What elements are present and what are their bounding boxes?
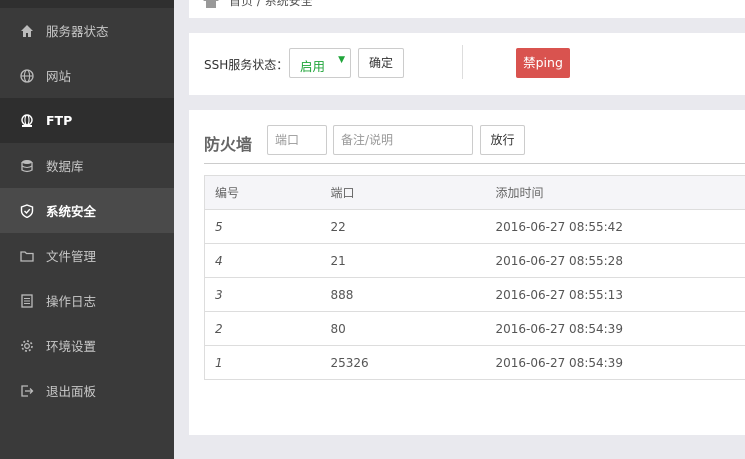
sidebar-item-label: 操作日志 [46, 294, 97, 309]
row-port: 888 [330, 277, 496, 312]
sidebar-item-label: FTP [46, 113, 73, 128]
gear-icon [20, 339, 34, 353]
firewall-table: 编号 端口 添加时间 5 22 2016-06-27 08:55:42 4 21… [204, 175, 745, 380]
sidebar-item-database[interactable]: 数据库 [0, 143, 174, 188]
row-port: 80 [330, 311, 496, 346]
sidebar-item-label: 退出面板 [46, 384, 97, 399]
row-port: 25326 [330, 345, 496, 380]
row-time: 2016-06-27 08:55:13 [495, 277, 745, 312]
sidebar-item-label: 文件管理 [46, 249, 97, 264]
ssh-confirm-button[interactable]: 确定 [358, 48, 404, 78]
sidebar-item-label: 服务器状态 [46, 24, 109, 39]
note-input[interactable] [333, 125, 473, 155]
row-id: 3 [204, 277, 331, 312]
sidebar-item-logout[interactable]: 退出面板 [0, 368, 174, 413]
table-row: 1 25326 2016-06-27 08:54:39 [204, 345, 745, 380]
firewall-title: 防火墙 [204, 135, 253, 154]
divider [462, 45, 463, 79]
log-icon [20, 293, 34, 308]
table-header-row: 编号 端口 添加时间 [204, 175, 745, 210]
allow-button[interactable]: 放行 [480, 125, 525, 155]
globe-icon [20, 68, 34, 83]
row-id: 4 [204, 243, 331, 278]
sidebar-item-label: 环境设置 [46, 339, 97, 354]
row-time: 2016-06-27 08:54:39 [495, 345, 745, 380]
table-row: 3 888 2016-06-27 08:55:13 [204, 277, 745, 312]
breadcrumb: 首页 / 系统安全 [229, 0, 313, 8]
sidebar-item-security[interactable]: 系统安全 [0, 188, 174, 233]
row-id: 5 [204, 209, 331, 244]
shield-icon [20, 203, 34, 218]
sidebar-item-settings[interactable]: 环境设置 [0, 323, 174, 368]
sidebar-top-strip [0, 0, 174, 8]
logout-icon [20, 384, 34, 398]
table-row: 2 80 2016-06-27 08:54:39 [204, 311, 745, 346]
column-header-time: 添加时间 [495, 175, 745, 210]
sidebar-item-label: 数据库 [46, 159, 84, 174]
dropdown-arrow-icon: ▼ [338, 55, 345, 65]
divider [204, 163, 745, 164]
row-port: 21 [330, 243, 496, 278]
sidebar: 服务器状态 网站 FTP 数据库 系统安全 文件管理 操作日志 环境设置 退出面… [0, 0, 174, 459]
disable-ping-button[interactable]: 禁ping [516, 48, 570, 78]
row-time: 2016-06-27 08:54:39 [495, 311, 745, 346]
table-row: 5 22 2016-06-27 08:55:42 [204, 209, 745, 244]
sidebar-item-ftp[interactable]: FTP [0, 98, 174, 143]
row-id: 2 [204, 311, 331, 346]
home-icon [20, 24, 34, 38]
ssh-status-label: SSH服务状态： [204, 58, 289, 72]
ftp-icon [20, 113, 34, 128]
sidebar-item-website[interactable]: 网站 [0, 53, 174, 98]
database-icon [20, 159, 34, 173]
port-input[interactable] [267, 125, 327, 155]
sidebar-item-logs[interactable]: 操作日志 [0, 278, 174, 323]
sidebar-item-label: 网站 [46, 69, 72, 84]
home-icon[interactable] [203, 0, 219, 8]
ssh-status-select[interactable]: 启用 ▼ [289, 48, 351, 78]
sidebar-item-server-status[interactable]: 服务器状态 [0, 8, 174, 53]
firewall-panel: 防火墙 放行 编号 端口 添加时间 5 22 2016-06-27 08:55:… [189, 110, 745, 435]
ssh-panel: SSH服务状态： 启用 ▼ 确定 禁ping [189, 33, 745, 95]
column-header-id: 编号 [204, 175, 331, 210]
breadcrumb-bar: 首页 / 系统安全 [189, 0, 745, 18]
ssh-status-value: 启用 [300, 59, 326, 74]
row-port: 22 [330, 209, 496, 244]
row-time: 2016-06-27 08:55:42 [495, 209, 745, 244]
folder-icon [20, 249, 34, 263]
sidebar-item-files[interactable]: 文件管理 [0, 233, 174, 278]
sidebar-item-label: 系统安全 [46, 204, 97, 219]
row-time: 2016-06-27 08:55:28 [495, 243, 745, 278]
row-id: 1 [204, 345, 331, 380]
column-header-port: 端口 [330, 175, 496, 210]
table-row: 4 21 2016-06-27 08:55:28 [204, 243, 745, 278]
